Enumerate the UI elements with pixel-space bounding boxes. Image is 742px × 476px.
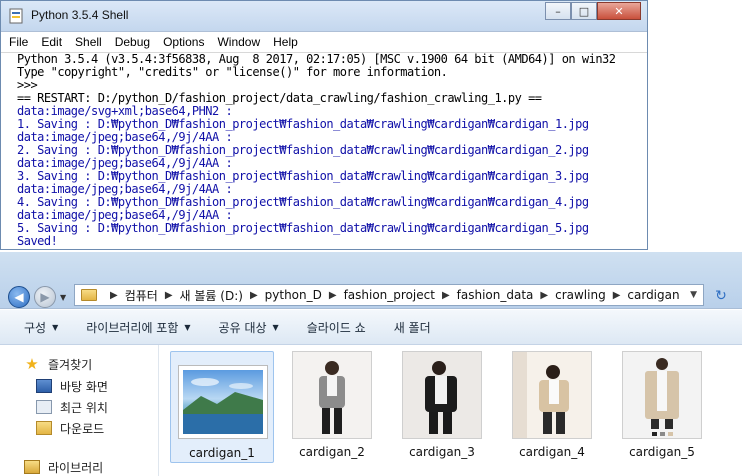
person-photo-icon [403, 352, 481, 438]
toolbar-button-label: 구성 [24, 320, 47, 335]
breadcrumb-separator-icon[interactable]: ▶ [613, 290, 621, 301]
file-name: cardigan_3 [409, 445, 475, 459]
landscape-image-icon [183, 378, 263, 434]
menu-help[interactable]: Help [273, 35, 298, 49]
star-icon: ★ [25, 355, 39, 373]
window-controls: – □ ✕ [545, 2, 641, 20]
breadcrumb-separator-icon[interactable]: ▶ [250, 290, 258, 301]
toolbar-button-label: 공유 대상 [218, 320, 267, 335]
console-line: Type "copyright", "credits" or "license(… [17, 65, 448, 79]
explorer-window: ◀ ▶ ▼ ▶ 컴퓨터 ▶ 새 볼륨 (D:) ▶ python_D ▶ fashion_pr… [0, 252, 742, 476]
file-name: cardigan_4 [519, 445, 585, 459]
nav-item-label: 즐겨찾기 [48, 357, 93, 372]
breadcrumb-separator-icon[interactable]: ▶ [442, 290, 450, 301]
refresh-icon[interactable]: ↻ [710, 286, 732, 306]
breadcrumb-item[interactable]: python_D [265, 288, 322, 302]
address-row: ◀ ▶ ▼ ▶ 컴퓨터 ▶ 새 볼륨 (D:) ▶ python_D ▶ fashion_pr… [0, 252, 742, 309]
breadcrumb-separator-icon[interactable]: ▶ [165, 290, 173, 301]
toolbar-button[interactable]: 슬라이드 쇼 [307, 319, 366, 336]
toolbar-button[interactable]: 라이브러리에 포함 ▼ [86, 319, 190, 336]
minimize-icon[interactable]: – [545, 2, 571, 20]
maximize-icon[interactable]: □ [571, 2, 597, 20]
address-bar[interactable]: ▶ 컴퓨터 ▶ 새 볼륨 (D:) ▶ python_D ▶ fashion_project ▶… [74, 284, 704, 306]
nav-item-favorites[interactable]: ★ 즐겨찾기 [24, 355, 92, 373]
file-name: cardigan_1 [189, 446, 255, 460]
image-thumbnail [622, 351, 702, 439]
menu-edit[interactable]: Edit [41, 35, 62, 49]
menu-debug[interactable]: Debug [115, 35, 150, 49]
shell-menubar: File Edit Shell Debug Options Window Hel… [1, 32, 647, 53]
image-thumbnail [179, 366, 267, 438]
nav-item-recent[interactable]: 최근 위치 [36, 398, 108, 416]
file-tile[interactable]: cardigan_1 [170, 351, 274, 463]
console-line: Saved! [17, 234, 58, 248]
file-list: cardigan_1 cardigan_2 cardigan_3 cardiga… [160, 345, 742, 476]
breadcrumb-separator-icon[interactable]: ▶ [329, 290, 337, 301]
nav-item-downloads[interactable]: 다운로드 [36, 419, 104, 437]
nav-item-label: 최근 위치 [60, 400, 108, 415]
image-thumbnail [402, 351, 482, 439]
file-tile[interactable]: cardigan_2 [280, 351, 384, 463]
shell-console-output[interactable]: Python 3.5.4 (v3.5.4:3f56838, Aug 8 2017… [17, 53, 647, 248]
menu-file[interactable]: File [9, 35, 28, 49]
person-photo-icon [293, 352, 371, 438]
chevron-down-icon: ▼ [52, 322, 59, 332]
breadcrumb-item[interactable]: cardigan [627, 288, 679, 302]
libraries-icon [24, 460, 40, 474]
toolbar-button[interactable]: 새 폴더 [394, 319, 431, 336]
chevron-down-icon: ▼ [184, 322, 191, 332]
breadcrumb-item[interactable]: crawling [555, 288, 606, 302]
command-toolbar: 구성 ▼ 라이브러리에 포함 ▼ 공유 대상 ▼ 슬라이드 쇼 새 폴더 [0, 310, 742, 345]
file-name: cardigan_5 [629, 445, 695, 459]
person-photo-icon [513, 352, 591, 438]
nav-item-label: 다운로드 [60, 421, 105, 436]
forward-button[interactable]: ▶ [34, 286, 56, 308]
file-name: cardigan_2 [299, 445, 365, 459]
file-tile[interactable]: cardigan_4 [500, 351, 604, 463]
python-file-icon [9, 8, 23, 24]
nav-item-libraries[interactable]: 라이브러리 [24, 458, 103, 476]
shell-titlebar[interactable]: Python 3.5.4 Shell – □ ✕ [1, 1, 647, 32]
desktop-icon [36, 379, 52, 393]
menu-window[interactable]: Window [217, 35, 260, 49]
menu-shell[interactable]: Shell [75, 35, 102, 49]
folder-icon [81, 289, 97, 301]
toolbar-button-label: 새 폴더 [393, 320, 431, 335]
toolbar-button-label: 라이브러리에 포함 [86, 320, 179, 335]
toolbar-button[interactable]: 구성 ▼ [24, 319, 58, 336]
file-tile[interactable]: cardigan_3 [390, 351, 494, 463]
navigation-pane: ★ 즐겨찾기 바탕 화면 최근 위치 다운로드 라이브러리 [0, 345, 159, 476]
file-tile[interactable]: cardigan_5 [610, 351, 714, 463]
breadcrumb-item[interactable]: 컴퓨터 [125, 287, 158, 304]
breadcrumb-item[interactable]: fashion_data [457, 288, 534, 302]
downloads-folder-icon [36, 421, 52, 435]
recent-places-icon [36, 400, 52, 414]
chevron-down-icon: ▼ [272, 322, 279, 332]
toolbar-button-label: 슬라이드 쇼 [306, 320, 366, 335]
person-photo-icon [623, 352, 701, 438]
recent-pages-chevron-down-icon[interactable]: ▼ [60, 293, 66, 302]
python-shell-window: Python 3.5.4 Shell – □ ✕ File Edit Shell… [0, 0, 648, 250]
breadcrumb-item[interactable]: fashion_project [344, 288, 435, 302]
back-button[interactable]: ◀ [8, 286, 30, 308]
address-dropdown-chevron-down-icon[interactable]: ▼ [690, 290, 697, 300]
image-thumbnail [512, 351, 592, 439]
breadcrumb-separator-icon[interactable]: ▶ [110, 290, 118, 301]
breadcrumb: ▶ 컴퓨터 ▶ 새 볼륨 (D:) ▶ python_D ▶ fashion_project ▶… [103, 287, 680, 304]
shell-title: Python 3.5.4 Shell [31, 8, 129, 22]
breadcrumb-item[interactable]: 새 볼륨 (D:) [180, 287, 243, 304]
nav-item-desktop[interactable]: 바탕 화면 [36, 377, 108, 395]
menu-options[interactable]: Options [163, 35, 204, 49]
toolbar-button[interactable]: 공유 대상 ▼ [219, 319, 279, 336]
breadcrumb-separator-icon[interactable]: ▶ [540, 290, 548, 301]
console-line: 5. Saving : D:₩python_D₩fashion_project₩… [17, 221, 589, 235]
nav-item-label: 바탕 화면 [60, 379, 108, 394]
close-icon[interactable]: ✕ [597, 2, 641, 20]
image-thumbnail [292, 351, 372, 439]
nav-item-label: 라이브러리 [48, 460, 104, 475]
